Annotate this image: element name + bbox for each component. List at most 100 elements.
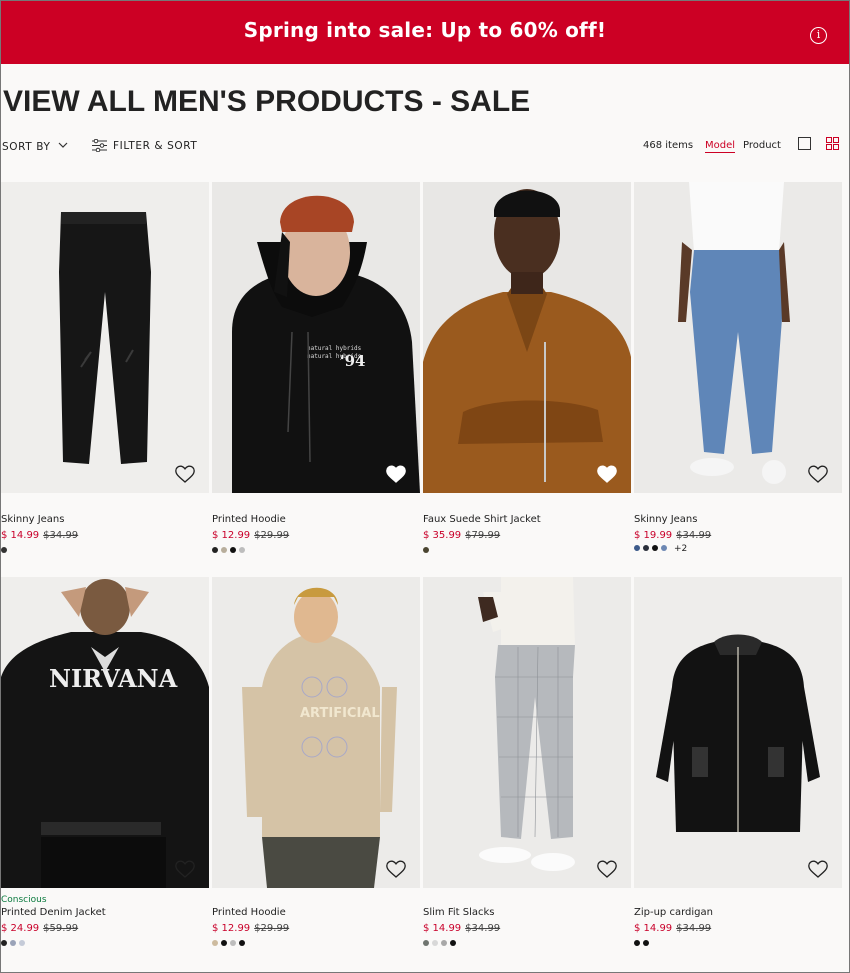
- view-model-toggle[interactable]: Model: [705, 140, 736, 153]
- sale-price: $ 14.99: [1, 530, 40, 541]
- color-swatches[interactable]: [423, 546, 432, 554]
- original-price: $34.99: [43, 530, 79, 541]
- color-swatch[interactable]: [450, 940, 456, 946]
- svg-text:'94: '94: [340, 352, 365, 370]
- product-name[interactable]: Slim Fit Slacks: [423, 907, 494, 918]
- color-swatch[interactable]: [221, 547, 227, 553]
- product-name[interactable]: Printed Denim Jacket: [1, 907, 106, 918]
- color-swatch[interactable]: [652, 545, 658, 551]
- color-swatch[interactable]: [19, 940, 25, 946]
- product-price: $ 19.99 $34.99: [634, 530, 711, 541]
- heart-icon[interactable]: [597, 860, 617, 879]
- original-price: $34.99: [465, 923, 501, 934]
- color-swatches[interactable]: [212, 546, 248, 554]
- product-image[interactable]: [1, 182, 209, 493]
- product-image[interactable]: [423, 577, 631, 888]
- heart-icon[interactable]: [808, 465, 828, 484]
- toolbar: SORT BY FILTER & SORT 468 items Model Pr…: [1, 135, 849, 157]
- color-swatch[interactable]: [634, 545, 640, 551]
- original-price: $29.99: [254, 923, 290, 934]
- original-price: $34.99: [676, 923, 712, 934]
- color-swatch[interactable]: [230, 940, 236, 946]
- color-swatch[interactable]: [643, 545, 649, 551]
- product-image[interactable]: ARTIFICIAL: [212, 577, 420, 888]
- color-swatch[interactable]: [634, 940, 640, 946]
- heart-icon[interactable]: [597, 465, 617, 484]
- color-swatch[interactable]: [432, 940, 438, 946]
- color-swatch[interactable]: [643, 940, 649, 946]
- color-swatch[interactable]: [10, 940, 16, 946]
- product-image[interactable]: NIRVANA: [1, 577, 209, 888]
- page-title: VIEW ALL MEN'S PRODUCTS - SALE: [3, 85, 531, 118]
- color-swatch[interactable]: [212, 547, 218, 553]
- heart-icon[interactable]: [808, 860, 828, 879]
- color-swatches[interactable]: [1, 546, 10, 554]
- product-image[interactable]: [634, 182, 842, 493]
- color-swatches[interactable]: [212, 939, 248, 947]
- color-swatches[interactable]: +2: [634, 544, 687, 554]
- svg-text:ARTIFICIAL: ARTIFICIAL: [300, 706, 380, 721]
- product-price: $ 14.99 $34.99: [423, 923, 500, 934]
- product-name[interactable]: Zip-up cardigan: [634, 907, 713, 918]
- svg-text:natural hybrids: natural hybrids: [307, 345, 362, 352]
- grid-view-icon[interactable]: [826, 137, 839, 150]
- product-price: $ 24.99 $59.99: [1, 923, 78, 934]
- product-name[interactable]: Printed Hoodie: [212, 907, 286, 918]
- sort-by-button[interactable]: SORT BY: [2, 139, 68, 153]
- svg-text:NIRVANA: NIRVANA: [49, 664, 178, 693]
- color-swatch[interactable]: [230, 547, 236, 553]
- color-swatch[interactable]: [661, 545, 667, 551]
- sale-price: $ 12.99: [212, 530, 251, 541]
- color-swatches[interactable]: [634, 939, 652, 947]
- product-image[interactable]: [634, 577, 842, 888]
- filter-sort-button[interactable]: FILTER & SORT: [92, 138, 198, 153]
- product-name[interactable]: Printed Hoodie: [212, 514, 286, 525]
- sale-price: $ 12.99: [212, 923, 251, 934]
- sale-price: $ 14.99: [634, 923, 673, 934]
- product-image[interactable]: [423, 182, 631, 493]
- sale-price: $ 14.99: [423, 923, 462, 934]
- heart-icon[interactable]: [175, 465, 195, 484]
- conscious-tag: Conscious: [1, 895, 47, 905]
- color-swatch[interactable]: [1, 940, 7, 946]
- sale-banner[interactable]: Spring into sale: Up to 60% off! i: [1, 1, 849, 64]
- single-view-icon[interactable]: [798, 137, 811, 150]
- info-icon[interactable]: i: [810, 27, 827, 44]
- filter-sort-label: FILTER & SORT: [113, 140, 198, 152]
- color-swatch[interactable]: [423, 940, 429, 946]
- heart-icon[interactable]: [386, 465, 406, 484]
- original-price: $34.99: [676, 530, 712, 541]
- product-price: $ 12.99 $29.99: [212, 923, 289, 934]
- color-swatch[interactable]: [221, 940, 227, 946]
- color-swatch[interactable]: [239, 940, 245, 946]
- color-swatches[interactable]: [1, 939, 28, 947]
- color-swatch[interactable]: [212, 940, 218, 946]
- sliders-icon: [92, 138, 107, 153]
- product-image[interactable]: natural hybrids natural hybrids '94: [212, 182, 420, 493]
- color-swatch[interactable]: [1, 547, 7, 553]
- chevron-down-icon: [58, 139, 68, 151]
- original-price: $59.99: [43, 923, 79, 934]
- banner-message[interactable]: Spring into sale: Up to 60% off!: [1, 18, 849, 42]
- product-price: $ 14.99 $34.99: [634, 923, 711, 934]
- product-price: $ 35.99 $79.99: [423, 530, 500, 541]
- sale-price: $ 35.99: [423, 530, 462, 541]
- view-product-toggle[interactable]: Product: [743, 140, 781, 151]
- sort-by-label: SORT BY: [2, 141, 51, 153]
- sale-price: $ 19.99: [634, 530, 673, 541]
- color-swatches[interactable]: [423, 939, 459, 947]
- product-name[interactable]: Skinny Jeans: [1, 514, 64, 525]
- color-swatch[interactable]: [239, 547, 245, 553]
- product-price: $ 12.99 $29.99: [212, 530, 289, 541]
- sale-price: $ 24.99: [1, 923, 40, 934]
- color-swatch[interactable]: [423, 547, 429, 553]
- original-price: $79.99: [465, 530, 501, 541]
- product-price: $ 14.99 $34.99: [1, 530, 78, 541]
- more-colors[interactable]: +2: [674, 544, 687, 554]
- heart-icon[interactable]: [386, 860, 406, 879]
- heart-icon[interactable]: [175, 860, 195, 879]
- product-name[interactable]: Skinny Jeans: [634, 514, 697, 525]
- item-count: 468 items: [643, 140, 694, 151]
- color-swatch[interactable]: [441, 940, 447, 946]
- product-name[interactable]: Faux Suede Shirt Jacket: [423, 514, 541, 525]
